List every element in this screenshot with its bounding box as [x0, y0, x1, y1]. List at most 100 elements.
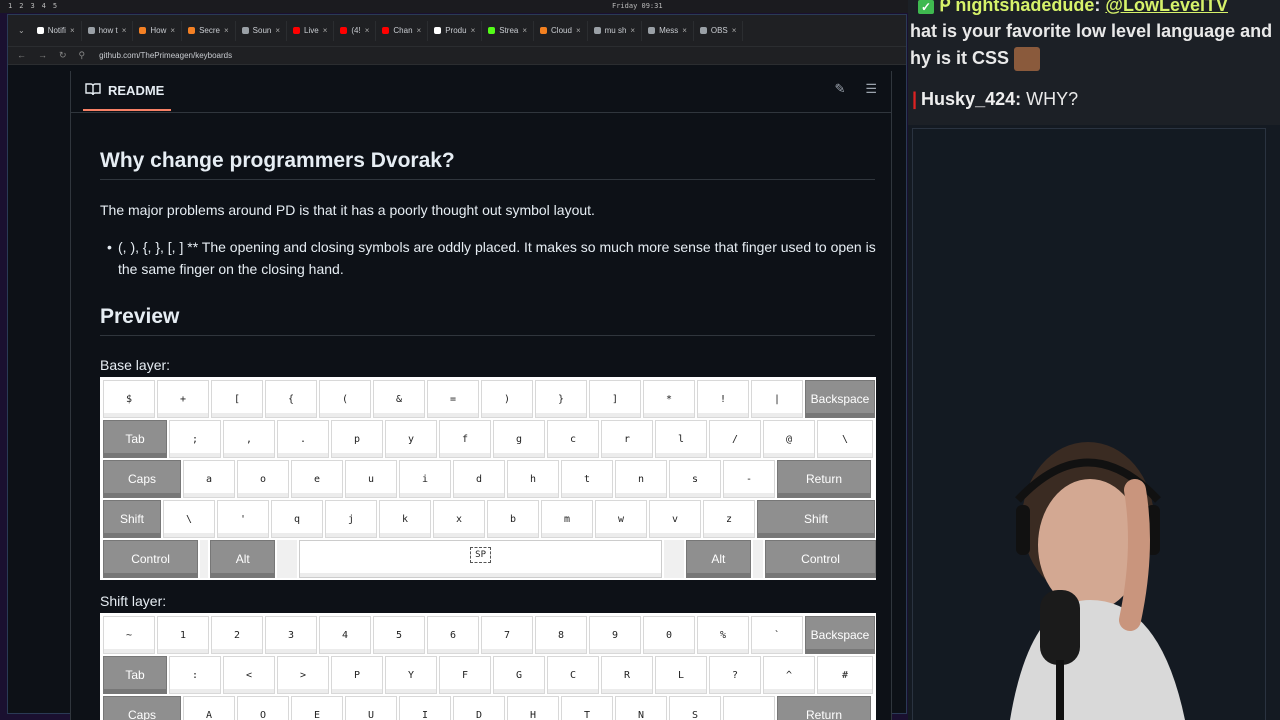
tab-close-icon[interactable]: ×	[170, 26, 175, 35]
keycap: H	[507, 696, 559, 720]
tab-label: (4!	[351, 26, 361, 35]
workspace-indicators[interactable]: 12345	[8, 2, 57, 10]
keycap: p	[331, 420, 383, 458]
tab-favicon-icon	[434, 27, 442, 34]
tab-label: Secre	[199, 26, 220, 35]
workspace-item[interactable]: 3	[30, 2, 34, 10]
reload-icon[interactable]: ↻	[59, 50, 67, 61]
forward-icon[interactable]: →	[38, 50, 47, 61]
user-badge-icon: ᑭ	[939, 0, 951, 15]
keycap: ]	[589, 380, 641, 418]
keycap: C	[547, 656, 599, 694]
browser-tab[interactable]: How ×	[133, 20, 183, 41]
keyboard-row: ~1 2 3 4 5 6 7 8 9 0% ` Backspace	[103, 616, 876, 654]
tab-label: how t	[98, 26, 118, 35]
browser-tab[interactable]: Chan ×	[376, 20, 429, 41]
browser-tab[interactable]: (4! ×	[334, 20, 377, 41]
workspace-item[interactable]: 4	[42, 2, 46, 10]
keycap: 9	[589, 616, 641, 654]
outline-list-icon[interactable]: ☰	[865, 81, 877, 97]
keycap: E	[291, 696, 343, 720]
tab-close-icon[interactable]: ×	[732, 26, 737, 35]
workspace-item[interactable]: 5	[53, 2, 57, 10]
keycap: y	[385, 420, 437, 458]
list-item: • (, ), {, }, [, ] ** The opening and clo…	[107, 239, 876, 277]
keycap: 3	[265, 616, 317, 654]
keycap: f	[439, 420, 491, 458]
browser-tab[interactable]: how t ×	[82, 20, 134, 41]
keycap: u	[345, 460, 397, 498]
edit-pencil-icon[interactable]: ✎	[834, 81, 845, 97]
tab-menu-icon[interactable]: ⌄	[12, 26, 31, 35]
browser-tab[interactable]: Cloud ×	[534, 20, 588, 41]
tab-close-icon[interactable]: ×	[522, 26, 527, 35]
keycap: \	[817, 420, 873, 458]
heading-preview: Preview	[100, 305, 875, 336]
keycap: <	[223, 656, 275, 694]
keycap: h	[507, 460, 559, 498]
browser-tab[interactable]: Secre ×	[182, 20, 236, 41]
chat-message: | Husky_424: WHY?	[912, 89, 1079, 109]
tab-label: How	[150, 26, 167, 35]
keycap: c	[547, 420, 599, 458]
keycap: ;	[169, 420, 221, 458]
tab-favicon-icon	[87, 27, 95, 34]
keycap: g	[493, 420, 545, 458]
shift-layer-keyboard: ~1 2 3 4 5 6 7 8 9 0% ` Backspace Tab: < > P Y F G C R L? ^ # Ca…	[100, 613, 876, 720]
tab-close-icon[interactable]: ×	[417, 26, 422, 35]
tab-label: Notifi	[47, 26, 66, 35]
keycap: :	[169, 656, 221, 694]
book-icon	[85, 82, 101, 99]
browser-tab[interactable]: Live ×	[287, 20, 335, 41]
browser-tab[interactable]: Produ ×	[428, 20, 483, 41]
keycap: Return	[777, 460, 871, 498]
webcam-feed	[970, 430, 1260, 720]
tab-bar: ⌄ Notifi × how t × How × Secre × Soun × Live × (4! × C…	[8, 15, 906, 47]
keycap: ^	[763, 656, 815, 694]
keycap: j	[325, 500, 377, 538]
tab-close-icon[interactable]: ×	[122, 26, 127, 35]
keycap: '	[217, 500, 269, 538]
keycap: Shift	[103, 500, 161, 538]
url-field[interactable]: github.com/ThePrimeagen/keyboards	[99, 51, 232, 60]
intro-paragraph: The major problems around PD is that it …	[100, 202, 595, 218]
keycap: +	[157, 380, 209, 418]
site-info-icon[interactable]: ⚲	[79, 50, 86, 61]
tab-close-icon[interactable]: ×	[70, 26, 75, 35]
tab-close-icon[interactable]: ×	[323, 26, 328, 35]
system-bar: 12345 Friday 09:31	[0, 0, 910, 13]
workspace-item[interactable]: 2	[19, 2, 23, 10]
keycap: Tab	[103, 420, 167, 458]
keycap: b	[487, 500, 539, 538]
keycap: ~	[103, 616, 155, 654]
browser-tab[interactable]: Notifi ×	[31, 20, 82, 41]
browser-tab[interactable]: mu sh ×	[588, 20, 643, 41]
tab-close-icon[interactable]: ×	[224, 26, 229, 35]
tab-close-icon[interactable]: ×	[275, 26, 280, 35]
keyboard-row: Control Alt SP Alt Control	[103, 540, 876, 578]
browser-tab[interactable]: OBS ×	[694, 20, 744, 41]
keycap: 0	[643, 616, 695, 654]
tab-close-icon[interactable]: ×	[471, 26, 476, 35]
tab-close-icon[interactable]: ×	[682, 26, 687, 35]
tab-label: Chan	[393, 26, 413, 35]
keycap: A	[183, 696, 235, 720]
browser-tab[interactable]: Mess ×	[642, 20, 694, 41]
keycap: S	[669, 696, 721, 720]
keycap: t	[561, 460, 613, 498]
workspace-item[interactable]: 1	[8, 2, 12, 10]
keycap: Control	[765, 540, 876, 578]
tab-label: Produ	[445, 26, 467, 35]
tab-close-icon[interactable]: ×	[630, 26, 635, 35]
back-icon[interactable]: ←	[17, 50, 26, 61]
tab-favicon-icon	[699, 27, 707, 34]
key-gap	[753, 540, 764, 578]
keycap: [	[211, 380, 263, 418]
browser-tab[interactable]: Strea ×	[482, 20, 535, 41]
tab-close-icon[interactable]: ×	[576, 26, 581, 35]
readme-tab[interactable]: README	[108, 83, 164, 98]
keyboard-row: Tab;,. p y f g c r l / @ \	[103, 420, 876, 458]
keycap: (	[319, 380, 371, 418]
browser-tab[interactable]: Soun ×	[236, 20, 288, 41]
tab-close-icon[interactable]: ×	[365, 26, 370, 35]
